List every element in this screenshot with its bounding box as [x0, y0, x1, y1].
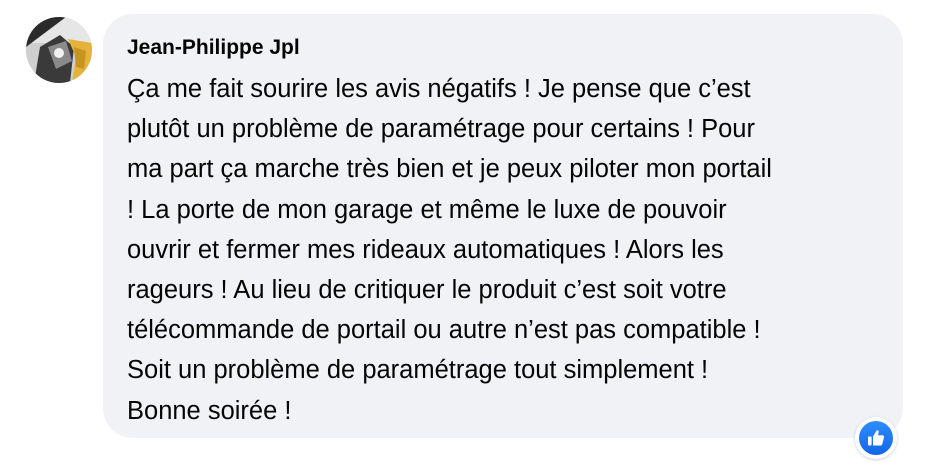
comment-line: plutôt un problème de paramétrage pour c…: [127, 115, 755, 144]
author-avatar[interactable]: [26, 17, 92, 83]
comment-line: télécommande de portail ou autre n’est p…: [127, 316, 761, 345]
avatar-photo: [26, 17, 92, 83]
comment-bubble: Jean-Philippe Jpl Ça me fait sourire les…: [103, 14, 903, 438]
comment-line: ! La porte de mon garage et même le luxe…: [127, 195, 727, 224]
comment-line: rageurs ! Au lieu de critiquer le produi…: [127, 276, 727, 305]
comment-author-name[interactable]: Jean-Philippe Jpl: [127, 36, 300, 60]
comment-line: ma part ça marche très bien et je peux p…: [127, 155, 772, 184]
comment-line: Soit un problème de paramétrage tout sim…: [127, 356, 709, 385]
comment-line: ouvrir et fermer mes rideaux automatique…: [127, 235, 724, 264]
comment-line: Ça me fait sourire les avis négatifs ! J…: [127, 75, 751, 103]
like-reaction: [859, 421, 893, 455]
thumbs-up-icon: [868, 430, 885, 446]
reaction-badge[interactable]: [855, 417, 897, 459]
comment-line: Bonne soirée !: [127, 396, 292, 425]
comment-text: Ça me fait sourire les avis négatifs ! J…: [127, 69, 897, 431]
